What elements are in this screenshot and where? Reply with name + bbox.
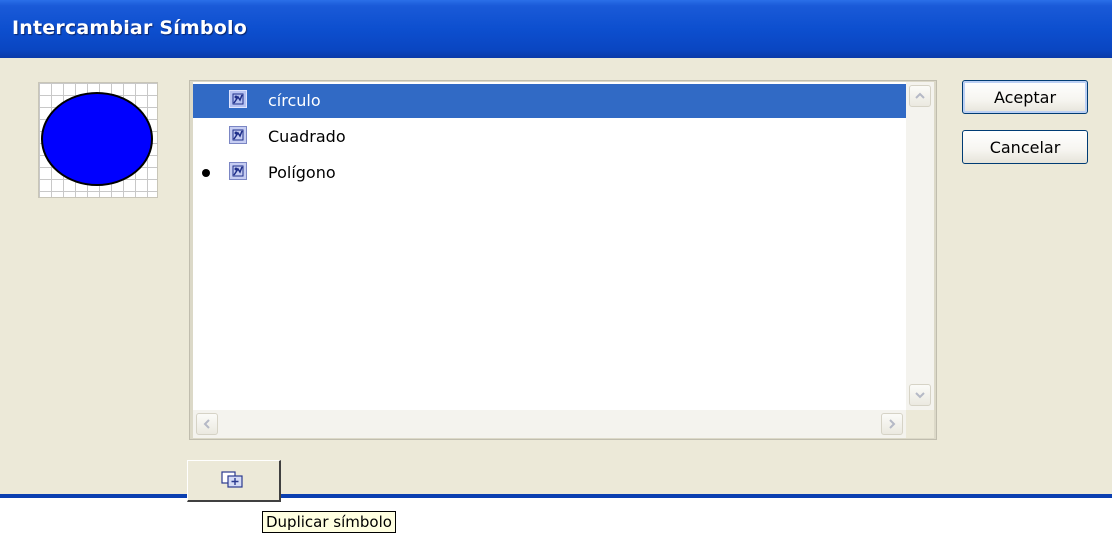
symbol-preview	[38, 82, 158, 198]
ok-button-label: Aceptar	[993, 88, 1057, 107]
cancel-button[interactable]: Cancelar	[962, 130, 1088, 164]
chevron-up-icon	[915, 92, 925, 99]
scroll-left-button[interactable]	[196, 413, 218, 435]
cancel-button-label: Cancelar	[989, 138, 1061, 157]
movie-clip-symbol-icon	[229, 126, 247, 144]
scroll-right-button[interactable]	[881, 413, 903, 435]
horizontal-scrollbar[interactable]	[193, 410, 906, 438]
swap-symbol-dialog: Intercambiar Símbolo círculo Cuadrado Po…	[0, 0, 1112, 498]
symbol-label: Polígono	[268, 163, 336, 182]
current-symbol-bullet-icon	[202, 169, 210, 177]
scrollbar-corner	[906, 410, 934, 438]
symbol-row-cuadrado[interactable]: Cuadrado	[193, 120, 906, 154]
chevron-right-icon	[889, 419, 896, 429]
symbol-label: círculo	[268, 91, 321, 110]
chevron-down-icon	[915, 392, 925, 399]
duplicate-symbol-tooltip: Duplicar símbolo	[262, 511, 396, 533]
ok-button[interactable]: Aceptar	[962, 80, 1088, 114]
dialog-title: Intercambiar Símbolo	[12, 17, 247, 39]
movie-clip-symbol-icon	[229, 162, 247, 180]
preview-ellipse-icon	[41, 92, 153, 186]
symbol-row-circulo[interactable]: círculo	[193, 84, 906, 118]
vertical-scrollbar[interactable]	[906, 82, 934, 410]
duplicate-symbol-icon	[221, 471, 243, 488]
duplicate-symbol-button[interactable]	[187, 460, 281, 502]
symbol-list[interactable]: círculo Cuadrado Polígono	[193, 82, 906, 410]
symbol-label: Cuadrado	[268, 127, 346, 146]
symbol-row-poligono[interactable]: Polígono	[193, 156, 906, 190]
movie-clip-symbol-icon	[229, 90, 247, 108]
title-bar[interactable]: Intercambiar Símbolo	[0, 0, 1112, 58]
scroll-down-button[interactable]	[909, 384, 931, 406]
scroll-up-button[interactable]	[909, 85, 931, 107]
chevron-left-icon	[203, 419, 210, 429]
